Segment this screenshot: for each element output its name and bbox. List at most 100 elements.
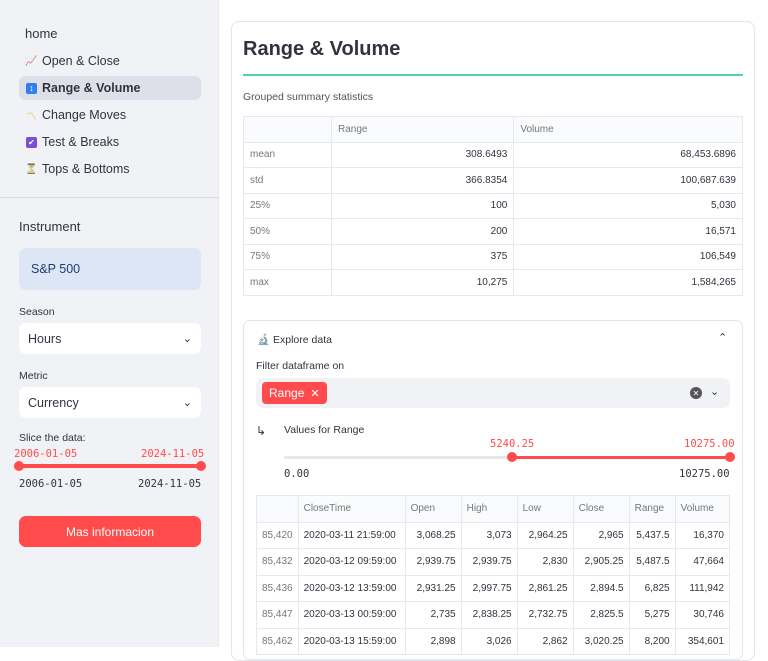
table-cell: 2020-03-13 15:59:00 (297, 627, 406, 655)
table-row: 75% 375 106,549 (243, 243, 743, 270)
table-header[interactable]: Open (404, 495, 462, 523)
updown-icon: ↕ (26, 82, 37, 94)
slice-min-label: 2006-01-05 (19, 478, 83, 490)
values-label: Values for Range (284, 424, 365, 436)
slice-start-value: 2006-01-05 (14, 448, 78, 460)
season-select[interactable]: Hours ⌄ (19, 323, 201, 354)
explore-title: Explore data (273, 334, 332, 346)
table-row: 85,462 2020-03-13 15:59:00 2,898 3,026 2… (256, 627, 731, 655)
table-header-row: CloseTime Open High Low Close Range Volu… (256, 495, 731, 523)
table-cell: 16,370 (674, 521, 731, 549)
chart-icon: 📈 (25, 55, 38, 67)
timer-icon: ⏳ (25, 163, 38, 175)
table-cell: 8,200 (628, 627, 676, 655)
table-header[interactable] (256, 495, 299, 523)
filter-multiselect[interactable] (256, 378, 730, 408)
table-header[interactable]: Volume (674, 495, 731, 523)
microscope-icon: 🔬 (257, 334, 271, 346)
date-range-track (19, 464, 201, 468)
nav-item-label: Tops & Bottoms (42, 162, 130, 176)
filter-chip-range[interactable]: Range ✕ (262, 382, 327, 404)
table-header[interactable]: High (460, 495, 518, 523)
table-cell: 47,664 (674, 548, 731, 576)
row-label: 50% (243, 218, 332, 245)
nav-item-range-volume[interactable]: ↕ Range & Volume (19, 76, 201, 100)
table-cell: 100,687.639 (513, 167, 743, 194)
explore-header[interactable]: 🔬 Explore data (257, 333, 332, 346)
table-cell: 2,825.5 (572, 601, 630, 629)
table-header[interactable]: Close (572, 495, 630, 523)
stats-table: Range Volume mean 308.6493 68,453.6896 s… (243, 116, 743, 296)
table-row: std 366.8354 100,687.639 (243, 167, 743, 194)
slice-max-label: 2024-11-05 (138, 478, 202, 490)
table-cell: 2020-03-11 21:59:00 (297, 521, 406, 549)
nav-item-label: Change Moves (42, 108, 127, 122)
table-cell: 375 (330, 243, 515, 270)
table-cell: 6,825 (628, 574, 676, 602)
season-value: Hours (28, 331, 62, 346)
slider-min-label: 0.00 (284, 468, 310, 480)
table-cell: 366.8354 (330, 167, 515, 194)
sidebar: home 📈 Open & Close ↕ Range & Volume 〽 C… (0, 0, 219, 647)
chevron-down-icon: ⌄ (182, 333, 192, 345)
table-cell: 2020-03-12 09:59:00 (297, 548, 406, 576)
nav-item-test-breaks[interactable]: ✔ Test & Breaks (19, 130, 201, 154)
row-index: 85,462 (256, 627, 299, 655)
table-cell: 2,964.25 (516, 521, 574, 549)
data-table: CloseTime Open High Low Close Range Volu… (256, 495, 731, 655)
table-cell: 106,549 (513, 243, 743, 270)
range-slider-high-handle[interactable] (725, 452, 735, 462)
metric-select[interactable]: Currency ⌄ (19, 387, 201, 418)
chevron-up-icon[interactable]: ⌃ (718, 331, 727, 344)
chevron-down-icon: ⌄ (182, 397, 192, 409)
nav-item-tops-bottoms[interactable]: ⏳ Tops & Bottoms (19, 157, 201, 181)
table-cell: 16,571 (513, 218, 743, 245)
table-header[interactable]: CloseTime (297, 495, 406, 523)
table-header-row: Range Volume (243, 116, 743, 143)
table-cell: 2,997.75 (460, 574, 518, 602)
table-cell: 100 (330, 192, 515, 219)
date-range-start-handle[interactable] (14, 461, 24, 471)
page-title: Range & Volume (243, 38, 401, 60)
nav-item-change-moves[interactable]: 〽 Change Moves (19, 103, 201, 127)
nav-item-label: Test & Breaks (42, 135, 120, 149)
date-range-end-handle[interactable] (196, 461, 206, 471)
more-info-button[interactable]: Mas informacion (19, 516, 201, 547)
table-cell: 2,894.5 (572, 574, 630, 602)
nav-item-open-close[interactable]: 📈 Open & Close (19, 49, 201, 73)
table-cell: 10,275 (330, 269, 515, 296)
table-header[interactable]: Volume (513, 116, 743, 143)
table-cell: 2,898 (404, 627, 462, 655)
table-cell: 30,746 (674, 601, 731, 629)
nav-home-link[interactable]: home (25, 26, 58, 41)
table-cell: 111,942 (674, 574, 731, 602)
table-cell: 5,275 (628, 601, 676, 629)
nav-item-label: Range & Volume (42, 81, 141, 95)
clear-icon[interactable]: ✕ (690, 387, 702, 399)
range-slider-low-handle[interactable] (507, 452, 517, 462)
table-cell: 2,830 (516, 548, 574, 576)
table-row: 85,436 2020-03-12 13:59:00 2,931.25 2,99… (256, 574, 731, 602)
chip-label: Range (269, 386, 305, 400)
close-icon[interactable]: ✕ (310, 387, 319, 400)
table-header[interactable]: Low (516, 495, 574, 523)
table-header[interactable]: Range (330, 116, 515, 143)
table-header[interactable]: Range (628, 495, 676, 523)
table-cell: 3,020.25 (572, 627, 630, 655)
table-header[interactable] (243, 116, 332, 143)
table-cell: 2020-03-13 00:59:00 (297, 601, 406, 629)
chevron-down-icon[interactable]: ⌄ (710, 385, 719, 398)
stats-subtitle: Grouped summary statistics (243, 91, 374, 103)
table-cell: 68,453.6896 (513, 141, 743, 168)
table-row: 85,420 2020-03-11 21:59:00 3,068.25 3,07… (256, 521, 731, 549)
table-cell: 2,939.75 (404, 548, 462, 576)
table-row: max 10,275 1,584,265 (243, 269, 743, 296)
table-row: mean 308.6493 68,453.6896 (243, 141, 743, 168)
metric-label: Metric (19, 370, 48, 382)
table-cell: 5,437.5 (628, 521, 676, 549)
table-cell: 2,861.25 (516, 574, 574, 602)
season-label: Season (19, 306, 55, 318)
sidebar-divider (0, 197, 219, 198)
table-cell: 308.6493 (330, 141, 515, 168)
row-index: 85,420 (256, 521, 299, 549)
